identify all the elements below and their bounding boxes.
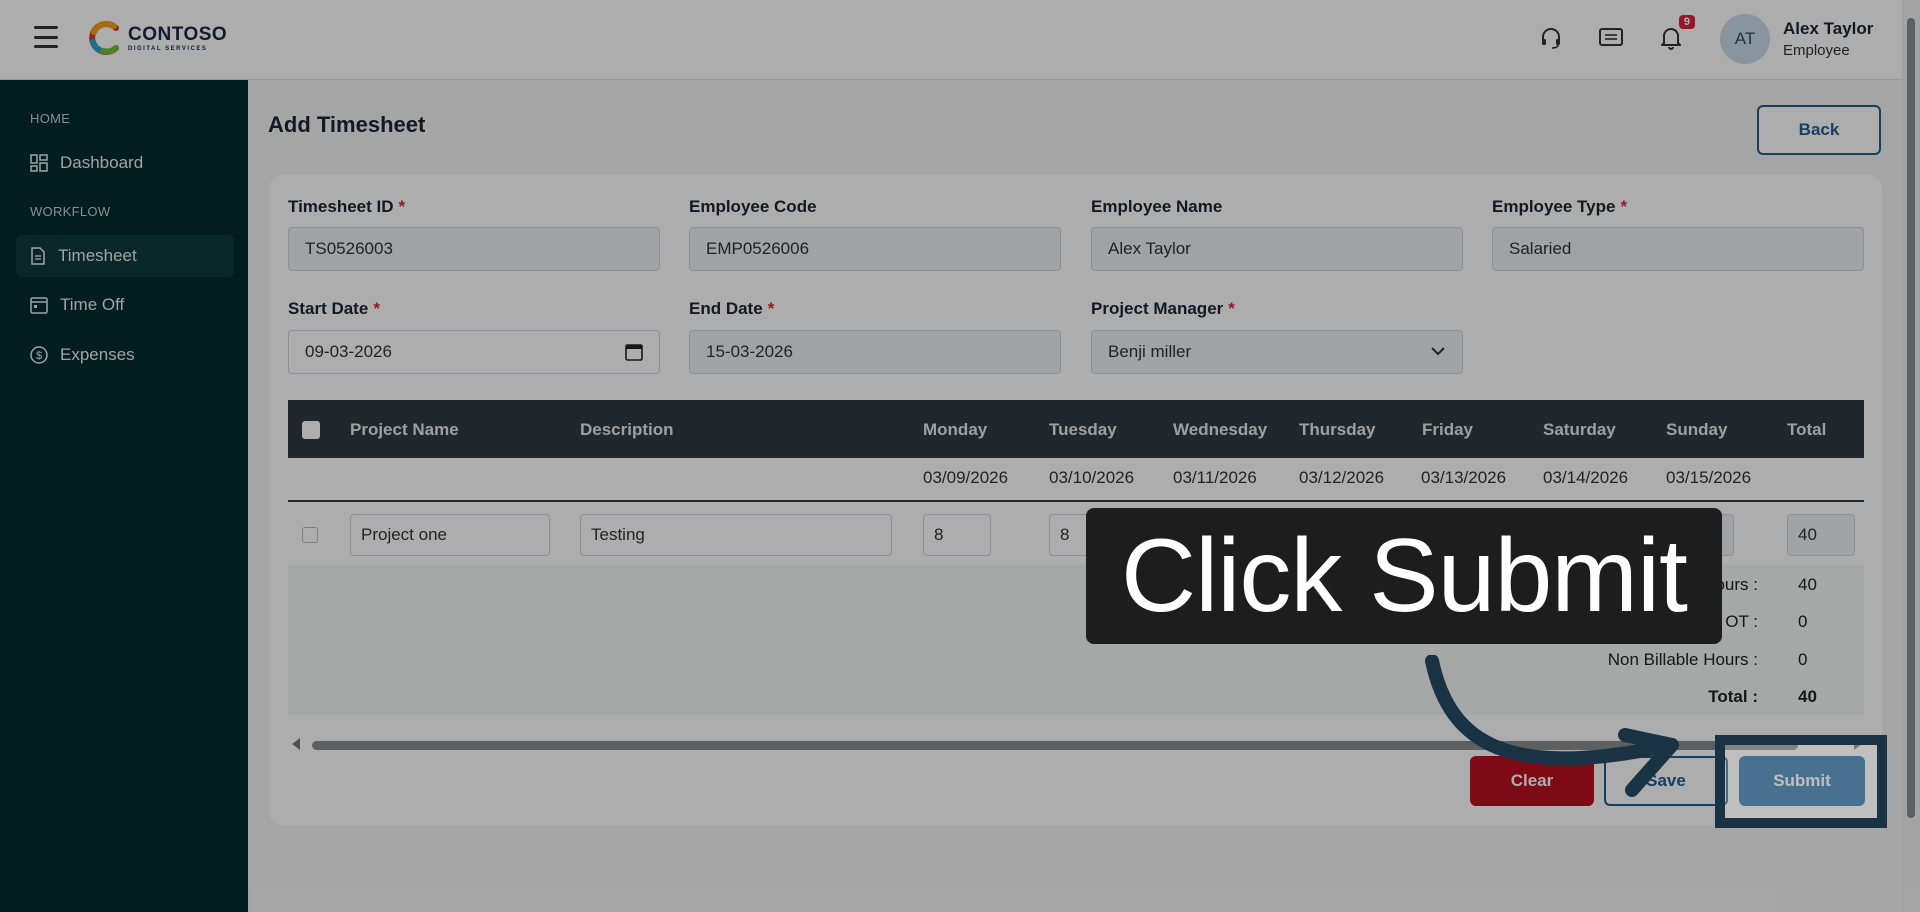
- date-friday: 03/13/2026: [1421, 468, 1507, 487]
- start-date-field[interactable]: 09-03-2026: [288, 330, 660, 374]
- user-role: Employee: [1783, 42, 1850, 59]
- calendar-icon[interactable]: [625, 343, 643, 361]
- start-date-label: Start Date *: [288, 299, 380, 318]
- non-billable-hours-value: 0: [1798, 650, 1808, 669]
- timesheet-id-label: Timesheet ID *: [288, 197, 406, 216]
- headset-icon[interactable]: [1537, 24, 1565, 52]
- sidebar-section-workflow: WORKFLOW: [30, 204, 111, 219]
- date-monday: 03/09/2026: [923, 468, 1009, 487]
- pointer-arrow-icon: [1425, 655, 1679, 797]
- sidebar-item-timesheet[interactable]: Timesheet: [16, 235, 234, 277]
- row-total: 40: [1787, 514, 1855, 556]
- project-name-input[interactable]: Project one: [350, 514, 550, 556]
- chevron-down-icon: [1431, 347, 1445, 356]
- table-header: Project Name Description Monday Tuesday …: [288, 400, 1864, 458]
- date-saturday: 03/14/2026: [1543, 468, 1629, 487]
- sidebar-item-label: Time Off: [60, 295, 125, 314]
- employee-code-field[interactable]: EMP0526006: [689, 227, 1061, 271]
- column-wednesday: Wednesday: [1173, 420, 1268, 439]
- bell-icon[interactable]: 9: [1657, 15, 1695, 52]
- calendar-icon: [30, 297, 48, 314]
- column-tuesday: Tuesday: [1049, 420, 1117, 439]
- dashboard-icon: [30, 154, 48, 172]
- back-button[interactable]: Back: [1757, 105, 1881, 155]
- date-sunday: 03/15/2026: [1666, 468, 1752, 487]
- sidebar-item-label: Dashboard: [60, 153, 144, 172]
- ot-label: OT :: [1725, 612, 1758, 631]
- notification-badge: 9: [1678, 15, 1695, 29]
- column-project-name: Project Name: [350, 420, 459, 439]
- scroll-left-arrow[interactable]: [292, 738, 300, 750]
- sidebar-item-expenses[interactable]: $ Expenses: [16, 334, 234, 376]
- date-thursday: 03/12/2026: [1299, 468, 1385, 487]
- column-description: Description: [580, 420, 674, 439]
- employee-code-label: Employee Code: [689, 197, 817, 216]
- billable-hours-value: 40: [1798, 575, 1817, 594]
- sidebar-item-label: Timesheet: [58, 246, 137, 265]
- column-saturday: Saturday: [1543, 420, 1616, 439]
- sidebar-item-dashboard[interactable]: Dashboard: [16, 142, 234, 184]
- avatar[interactable]: AT: [1720, 14, 1770, 64]
- logo[interactable]: CONTOSO DIGITAL SERVICES: [88, 20, 227, 56]
- menu-icon[interactable]: [34, 26, 58, 48]
- sidebar-item-time-off[interactable]: Time Off: [16, 284, 234, 326]
- employee-type-field[interactable]: Salaried: [1492, 227, 1864, 271]
- total-value: 40: [1798, 687, 1817, 706]
- sidebar-item-label: Expenses: [60, 345, 135, 364]
- description-input[interactable]: Testing: [580, 514, 892, 556]
- column-friday: Friday: [1422, 420, 1474, 439]
- column-total: Total: [1787, 420, 1827, 439]
- column-sunday: Sunday: [1666, 420, 1728, 439]
- top-bar: CONTOSO DIGITAL SERVICES 9 AT Alex Taylo…: [0, 0, 1902, 80]
- project-manager-value: Benji miller: [1108, 342, 1192, 361]
- divider: [288, 500, 1864, 502]
- employee-name-label: Employee Name: [1091, 197, 1223, 216]
- submit-highlight-frame: [1715, 735, 1887, 828]
- logo-subtitle: DIGITAL SERVICES: [128, 45, 208, 52]
- logo-name: CONTOSO: [128, 23, 228, 45]
- message-icon[interactable]: [1597, 24, 1625, 52]
- sidebar: HOME Dashboard WORKFLOW Timesheet Time O…: [0, 80, 248, 912]
- date-tuesday: 03/10/2026: [1049, 468, 1135, 487]
- project-manager-select[interactable]: Benji miller: [1091, 330, 1463, 374]
- column-monday: Monday: [923, 420, 988, 439]
- instruction-tooltip: Click Submit: [1086, 508, 1722, 644]
- contoso-logo-icon: [89, 20, 119, 55]
- document-icon: [31, 247, 45, 265]
- end-date-label: End Date *: [689, 299, 775, 318]
- page-title: Add Timesheet: [268, 112, 426, 137]
- ot-value: 0: [1798, 612, 1808, 631]
- employee-name-field[interactable]: Alex Taylor: [1091, 227, 1463, 271]
- employee-type-label: Employee Type *: [1492, 197, 1628, 216]
- svg-text:$: $: [36, 350, 42, 362]
- sidebar-section-home: HOME: [30, 111, 71, 126]
- row-checkbox[interactable]: [302, 527, 318, 543]
- page-scrollbar[interactable]: [1902, 0, 1920, 912]
- dollar-icon: $: [30, 346, 48, 364]
- page-scrollbar-thumb[interactable]: [1907, 18, 1915, 818]
- end-date-field[interactable]: 15-03-2026: [689, 330, 1061, 374]
- date-wednesday: 03/11/2026: [1173, 468, 1257, 487]
- column-thursday: Thursday: [1299, 420, 1376, 439]
- monday-hours-input[interactable]: 8: [923, 514, 991, 556]
- project-manager-label: Project Manager *: [1091, 299, 1235, 318]
- user-name[interactable]: Alex Taylor: [1783, 19, 1873, 39]
- start-date-value: 09-03-2026: [305, 342, 392, 361]
- select-all-checkbox[interactable]: [302, 421, 320, 439]
- timesheet-id-field[interactable]: TS0526003: [288, 227, 660, 271]
